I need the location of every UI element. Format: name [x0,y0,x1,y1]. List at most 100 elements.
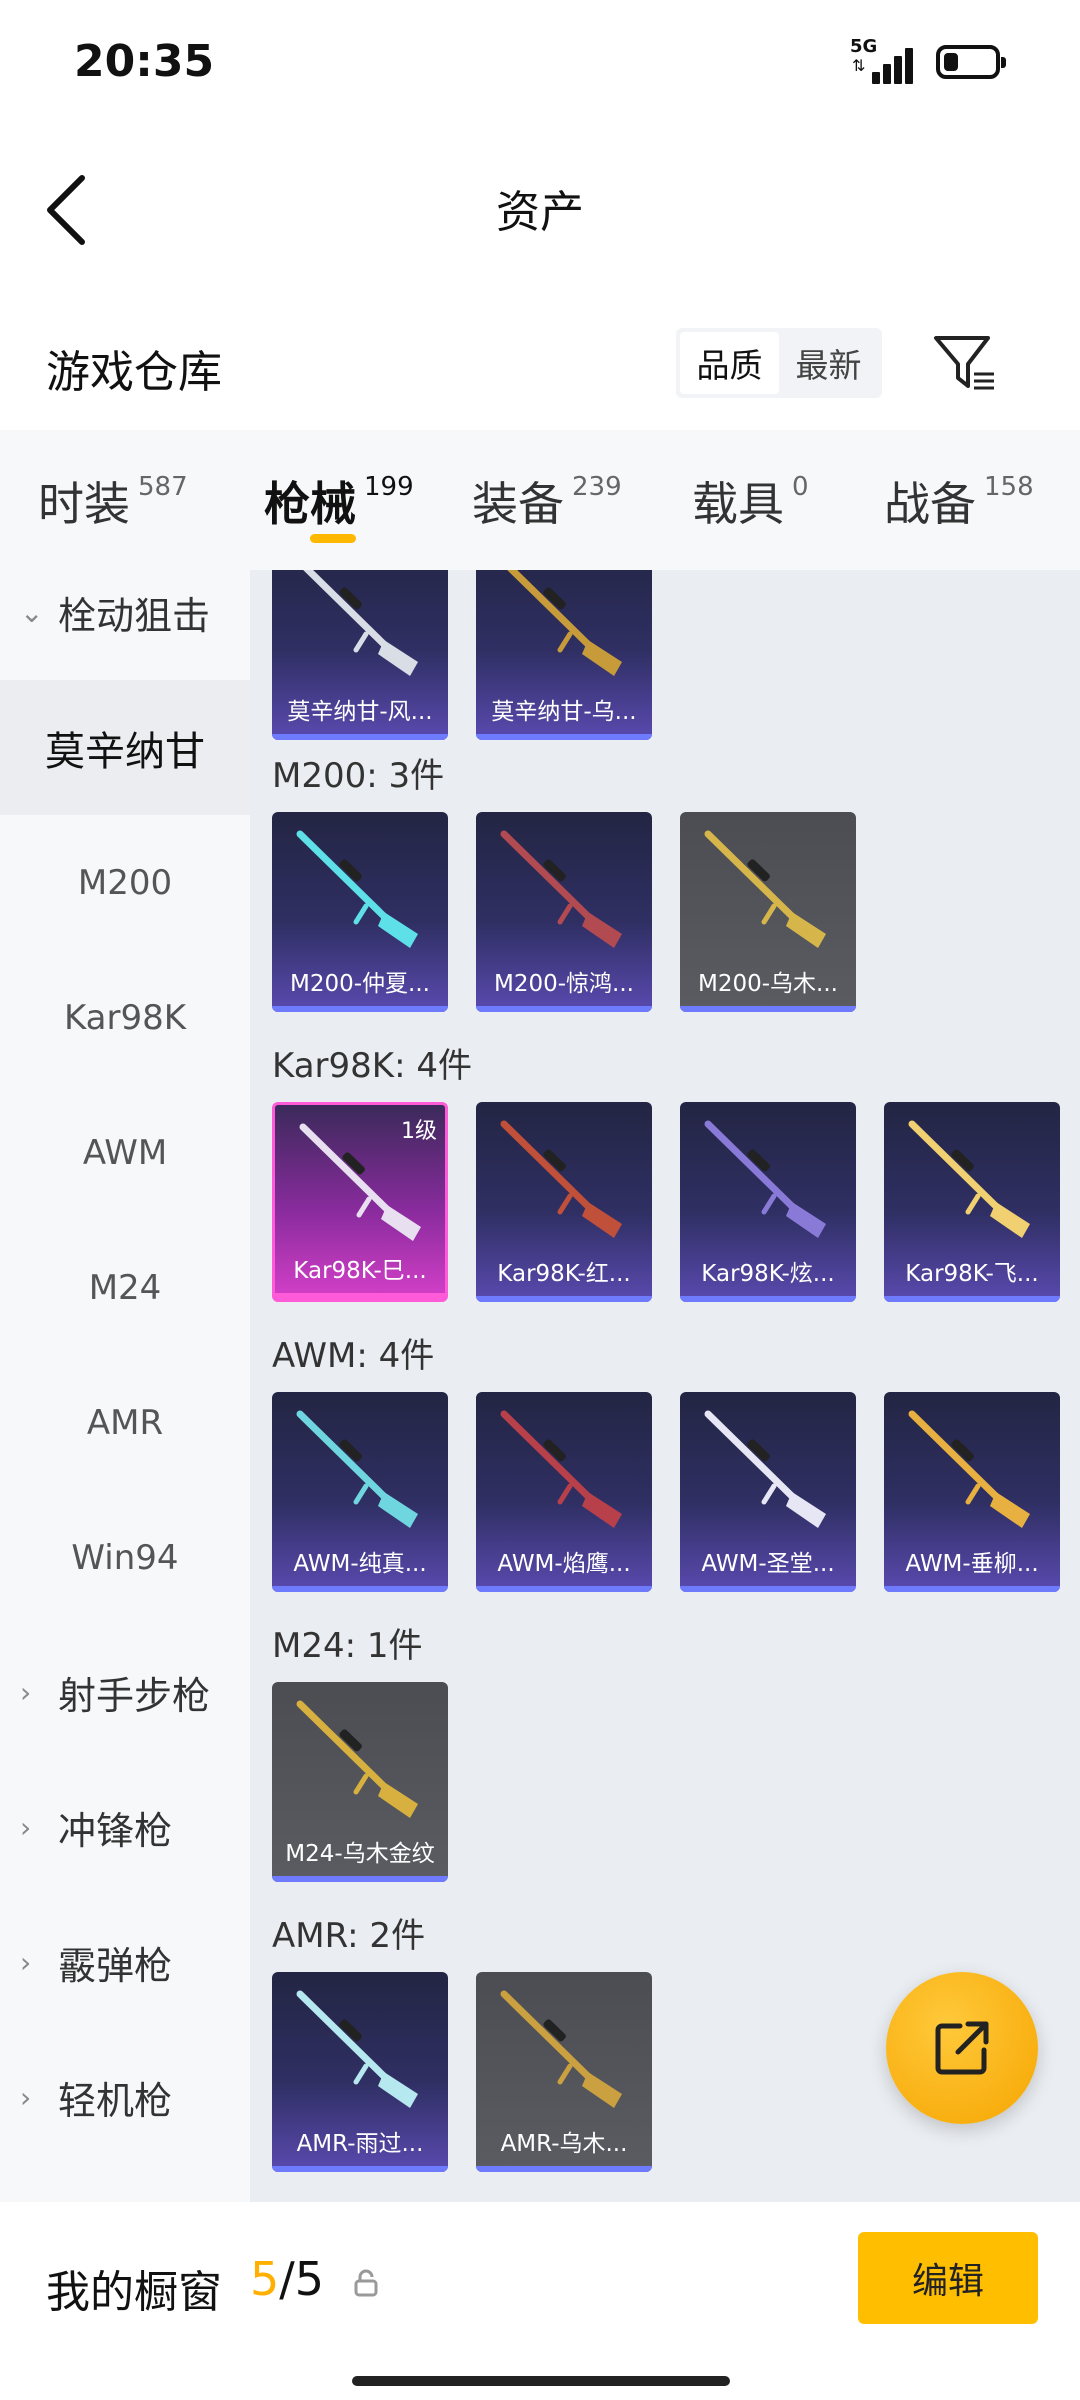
network-type: 5G [850,36,878,57]
sidebar-group[interactable]: › 冲锋枪 [0,1760,250,1895]
tab-label: 时装 [38,477,130,531]
filter-button[interactable] [930,330,1000,400]
rifle-icon [500,1990,622,2108]
sidebar-item-label: AWM [82,1132,168,1173]
rarity-bar [272,734,448,740]
rifle-icon [908,1120,1030,1238]
sidebar-item-label: 轻机枪 [58,2079,173,2123]
sidebar-item[interactable]: 莫辛纳甘 [0,680,250,815]
sidebar-group[interactable]: › 轻机枪 [0,2030,250,2165]
tab-label: 载具 [692,477,784,531]
tab-firearms[interactable]: 枪械 199 [264,468,414,534]
tab-count: 199 [364,472,414,502]
tab-count: 0 [792,472,809,502]
sidebar-item[interactable]: M200 [0,815,250,950]
weapon-skin-name: AWM-焰鹰... [497,1551,631,1577]
weapon-skin-card[interactable]: 1级 Kar98K-巳... [272,1102,448,1302]
weapon-skin-card[interactable]: Kar98K-飞... [884,1102,1060,1302]
rifle-icon [704,1410,826,1528]
weapon-skin-name: AMR-雨过... [296,2131,424,2157]
weapon-skin-name: M200-惊鸿... [494,971,634,997]
rarity-bar [272,1876,448,1882]
tab-fashion[interactable]: 时装 587 [38,468,188,534]
rifle-icon [500,830,622,948]
rarity-bar [275,1293,445,1299]
sort-toggle: 品质 最新 [676,328,882,398]
filter-icon [934,336,994,390]
showcase-bar: 我的橱窗 5/5 编辑 [0,2202,1080,2400]
chevron-right-icon: › [20,1946,32,1979]
sidebar-item[interactable]: Win94 [0,1490,250,1625]
sidebar-item-label: 霰弹枪 [58,1944,173,1988]
weapon-skin-card[interactable]: AWM-纯真... [272,1392,448,1592]
sort-option-quality[interactable]: 品质 [680,332,779,394]
weapon-skin-card[interactable]: Kar98K-炫... [680,1102,856,1302]
weapon-skin-name: AWM-垂柳... [905,1551,1039,1577]
share-fab-button[interactable] [886,1972,1038,2124]
sidebar-item[interactable]: AMR [0,1355,250,1490]
weapon-skin-card[interactable]: AWM-焰鹰... [476,1392,652,1592]
showcase-current: 5 [250,2252,280,2306]
weapon-skin-name: AWM-纯真... [293,1551,427,1577]
lock-icon [354,2269,378,2297]
chevron-down-icon: ⌄ [20,596,44,629]
showcase-count: 5/5 [250,2252,324,2306]
rifle-icon [296,1410,418,1528]
rarity-bar [680,1006,856,1012]
edit-button[interactable]: 编辑 [858,2232,1038,2324]
sidebar-item[interactable]: M24 [0,1220,250,1355]
tab-label: 战备 [884,477,976,531]
weapon-skin-card[interactable]: M200-惊鸿... [476,812,652,1012]
level-badge: 1级 [401,1119,437,1144]
sidebar-item[interactable]: AWM [0,1085,250,1220]
chevron-right-icon: › [20,2081,32,2114]
rarity-bar [476,2166,652,2172]
weapon-skin-card[interactable]: M200-乌木... [680,812,856,1012]
weapon-skin-name: AMR-乌木... [500,2131,628,2157]
weapon-skin-card[interactable]: AMR-乌木... [476,1972,652,2172]
sidebar-item-label: 射手步枪 [58,1674,211,1718]
weapon-skin-name: M200-仲夏... [290,971,430,997]
weapon-skin-card[interactable]: M200-仲夏... [272,812,448,1012]
weapon-skin-card[interactable]: AWM-圣堂... [680,1392,856,1592]
rifle-icon [704,830,826,948]
group-title: M200: 3件 [272,756,445,796]
weapon-skin-card[interactable]: Kar98K-红... [476,1102,652,1302]
tab-vehicles[interactable]: 载具 0 [692,468,809,534]
weapon-skin-name: M24-乌木金纹 [285,1841,435,1867]
weapon-type-sidebar: ⌄ 栓动狙击 莫辛纳甘 M200 Kar98K AWM M24 AMR Win94 › 射手步枪 › 冲… [0,570,250,2202]
sort-option-newest[interactable]: 最新 [779,332,878,394]
status-icons: 5G ⇅ [850,36,1006,84]
rifle-icon [296,1990,418,2108]
weapon-skin-card[interactable]: AMR-雨过... [272,1972,448,2172]
group-title: AMR: 2件 [272,1916,426,1956]
weapon-skin-card[interactable]: AWM-垂柳... [884,1392,1060,1592]
header: 资产 [0,140,1080,270]
sidebar-group[interactable]: › 射手步枪 [0,1625,250,1760]
tab-label: 装备 [472,477,564,531]
rarity-bar [272,1006,448,1012]
chevron-right-icon: › [20,1676,32,1709]
weapon-skin-card[interactable]: 莫辛纳甘-乌... [476,570,652,740]
weapon-skin-name: Kar98K-飞... [905,1261,1039,1287]
weapon-skin-name: Kar98K-巳... [293,1258,427,1284]
weapon-skin-name: 莫辛纳甘-风... [287,699,433,725]
weapon-grid: 莫辛纳甘-风... 莫辛纳甘-乌... M200: 3件 M200-仲夏... M200… [250,570,1080,2202]
battery-fill [944,53,958,71]
tab-supplies[interactable]: 战备 158 [884,468,1034,534]
rarity-bar [476,1296,652,1302]
active-tab-indicator [310,534,356,543]
tab-equipment[interactable]: 装备 239 [472,468,622,534]
showcase-total: 5 [294,2252,325,2306]
sidebar-group[interactable]: › 霰弹枪 [0,1895,250,2030]
weapon-skin-card[interactable]: 莫辛纳甘-风... [272,570,448,740]
signal-bar [894,56,902,84]
weapon-skin-card[interactable]: M24-乌木金纹 [272,1682,448,1882]
sidebar-item[interactable]: Kar98K [0,950,250,1085]
weapon-skin-name: Kar98K-红... [497,1261,631,1287]
weapon-skin-name: Kar98K-炫... [701,1261,835,1287]
sidebar-group[interactable]: ⌄ 栓动狙击 [0,545,250,680]
rifle-icon [704,1120,826,1238]
rifle-icon [908,1410,1030,1528]
external-link-icon [935,2021,989,2075]
